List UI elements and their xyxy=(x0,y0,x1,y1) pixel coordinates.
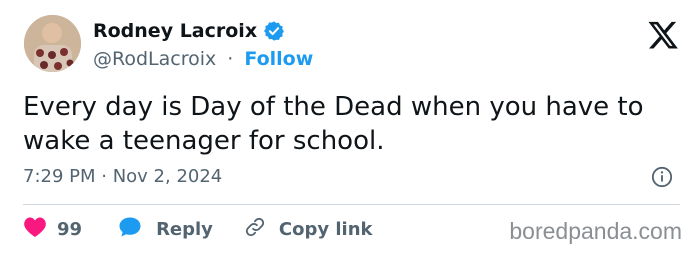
separator-dot: · xyxy=(227,48,234,70)
verified-badge-icon xyxy=(263,20,285,42)
link-icon xyxy=(243,216,267,243)
author-display-name[interactable]: Rodney Lacroix xyxy=(93,20,257,42)
avatar[interactable] xyxy=(24,15,81,72)
heart-icon xyxy=(23,216,47,243)
author-handle-row: @RodLacroix · Follow xyxy=(93,48,313,70)
tweet-timestamp[interactable]: 7:29 PM · Nov 2, 2024 xyxy=(23,166,222,187)
divider xyxy=(23,204,680,205)
tweet-text: Every day is Day of the Dead when you ha… xyxy=(23,92,644,156)
like-button[interactable]: 99 xyxy=(23,216,82,243)
copy-link-button[interactable]: Copy link xyxy=(243,216,373,243)
action-bar: 99 Reply Copy link xyxy=(23,216,373,243)
copy-link-label: Copy link xyxy=(278,219,373,240)
info-icon[interactable] xyxy=(651,166,673,188)
author-name-row: Rodney Lacroix xyxy=(93,20,285,42)
watermark: boredpanda.com xyxy=(509,218,682,244)
reply-label: Reply xyxy=(156,219,213,240)
x-logo-icon[interactable] xyxy=(648,20,678,50)
author-handle[interactable]: @RodLacroix xyxy=(93,48,216,70)
speech-bubble-icon xyxy=(118,216,142,243)
follow-button[interactable]: Follow xyxy=(244,48,313,70)
reply-button[interactable]: Reply xyxy=(118,216,213,243)
like-count: 99 xyxy=(57,219,83,240)
